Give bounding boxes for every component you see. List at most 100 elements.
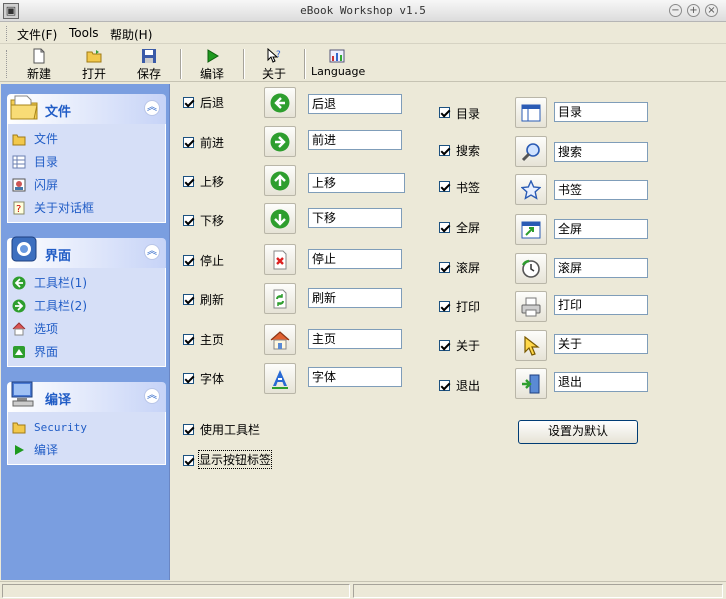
menu-file[interactable]: 文件(F) xyxy=(17,26,57,43)
icon-button-fullscreen[interactable] xyxy=(515,214,547,245)
icon-button-up[interactable] xyxy=(264,165,296,196)
icon-button-bookmark[interactable] xyxy=(515,174,547,205)
maximize-button[interactable]: + xyxy=(687,4,700,17)
checkbox-forward[interactable] xyxy=(183,137,194,148)
checkbox-print[interactable] xyxy=(439,301,450,312)
checkbox-about[interactable] xyxy=(439,340,450,351)
text-field-refresh[interactable]: 刷新 xyxy=(308,288,402,308)
label-down: 下移 xyxy=(200,214,225,228)
menu-help[interactable]: 帮助(H) xyxy=(110,26,152,43)
text-field-down[interactable]: 下移 xyxy=(308,208,402,228)
play-icon xyxy=(207,49,219,63)
text-field-up[interactable]: 上移 xyxy=(308,173,405,193)
panel-ui-header[interactable]: 界面 ︽ xyxy=(7,236,166,268)
checkbox-back[interactable] xyxy=(183,97,194,108)
sidebar-item-about-dialog[interactable]: ? 关于对话框 xyxy=(8,197,165,220)
text-field-print[interactable]: 打印 xyxy=(554,295,648,315)
icon-button-search[interactable] xyxy=(515,136,547,167)
icon-button-stop[interactable] xyxy=(264,244,296,275)
checkbox-fullscreen[interactable] xyxy=(439,222,450,233)
sidebar-item-splash[interactable]: 闪屏 xyxy=(8,174,165,197)
icon-button-back[interactable] xyxy=(264,87,296,118)
new-file-icon xyxy=(33,48,45,64)
sidebar-item-label: 选项 xyxy=(34,322,59,336)
text-field-forward[interactable]: 前进 xyxy=(308,130,402,150)
text-field-search[interactable]: 搜索 xyxy=(554,142,648,162)
icon-button-print[interactable] xyxy=(515,291,547,322)
checkbox-up[interactable] xyxy=(183,176,194,187)
panel-file-header[interactable]: 文件 ︽ xyxy=(7,94,166,124)
play-icon xyxy=(15,445,24,455)
save-button[interactable]: 保存 xyxy=(134,47,164,81)
text-field-home[interactable]: 主页 xyxy=(308,329,402,349)
icon-button-home[interactable] xyxy=(264,324,296,355)
icon-button-scroll[interactable] xyxy=(515,253,547,284)
checkbox-font[interactable] xyxy=(183,373,194,384)
sidebar-item-label: 闪屏 xyxy=(34,178,59,192)
icon-button-down[interactable] xyxy=(264,203,296,234)
icon-button-forward[interactable] xyxy=(264,126,296,157)
collapse-icon[interactable]: ︽ xyxy=(144,388,160,404)
sidebar-item-compile[interactable]: 编译 xyxy=(8,439,165,462)
text-field-font[interactable]: 字体 xyxy=(308,367,402,387)
sidebar-item-label: 界面 xyxy=(34,345,59,359)
checkbox-stop[interactable] xyxy=(183,255,194,266)
sidebar-item-security[interactable]: Security xyxy=(8,416,165,439)
sidebar-item-toolbar1[interactable]: 工具栏(1) xyxy=(8,272,165,295)
open-button[interactable]: 打开 xyxy=(79,47,109,81)
text-field-toc[interactable]: 目录 xyxy=(554,102,648,122)
toolbar-grip[interactable] xyxy=(6,50,9,78)
text-field-scroll[interactable]: 滚屏 xyxy=(554,258,648,278)
checkbox-exit[interactable] xyxy=(439,380,450,391)
menu-tools[interactable]: Tools xyxy=(69,26,99,40)
panel-ui: 界面 ︽ 工具栏(1) 工具栏(2) 选项 界面 xyxy=(7,236,166,367)
checkbox-refresh[interactable] xyxy=(183,294,194,305)
text-field-bookmark[interactable]: 书签 xyxy=(554,180,648,200)
language-button[interactable]: Language xyxy=(311,47,365,81)
checkbox-bookmark[interactable] xyxy=(439,181,450,192)
icon-button-toc[interactable] xyxy=(515,97,547,128)
text-field-about[interactable]: 关于 xyxy=(554,334,648,354)
icon-button-font[interactable] xyxy=(264,363,296,394)
compile-button[interactable]: 编译 xyxy=(197,47,227,81)
menu-grip[interactable] xyxy=(6,26,9,41)
checkbox-toc[interactable] xyxy=(439,107,450,118)
sidebar-item-label: 工具栏(2) xyxy=(34,299,87,313)
sidebar-item-interface[interactable]: 界面 xyxy=(8,341,165,364)
sidebar-item-options[interactable]: 选项 xyxy=(8,318,165,341)
checkbox-scroll[interactable] xyxy=(439,262,450,273)
toolbar-separator xyxy=(304,49,306,79)
about-button[interactable]: ? 关于 xyxy=(259,47,289,81)
set-default-button[interactable]: 设置为默认 xyxy=(518,420,638,444)
menu-bar: 文件(F) Tools 帮助(H) xyxy=(0,23,726,44)
up-arrow-icon xyxy=(270,171,290,191)
checkbox-down[interactable] xyxy=(183,215,194,226)
sidebar-item-label: 工具栏(1) xyxy=(34,276,87,290)
sidebar-item-label: 文件 xyxy=(34,132,59,146)
text-field-fullscreen[interactable]: 全屏 xyxy=(554,219,648,239)
text-field-exit[interactable]: 退出 xyxy=(554,372,648,392)
sidebar-item-label: Security xyxy=(34,421,87,434)
text-field-back[interactable]: 后退 xyxy=(308,94,402,114)
label-show-labels: 显示按钮标签 xyxy=(197,450,273,469)
icon-button-about[interactable] xyxy=(515,330,547,361)
question-icon: ? xyxy=(13,201,25,215)
splash-image-icon xyxy=(12,178,26,192)
collapse-icon[interactable]: ︽ xyxy=(144,244,160,260)
checkbox-home[interactable] xyxy=(183,334,194,345)
sidebar-item-toolbar2[interactable]: 工具栏(2) xyxy=(8,295,165,318)
new-button[interactable]: 新建 xyxy=(24,47,54,81)
text-field-stop[interactable]: 停止 xyxy=(308,249,402,269)
minimize-button[interactable]: − xyxy=(669,4,682,17)
sidebar-item-toc[interactable]: 目录 xyxy=(8,151,165,174)
icon-button-exit[interactable] xyxy=(515,368,547,399)
checkbox-show-labels[interactable] xyxy=(183,455,194,466)
icon-button-refresh[interactable] xyxy=(264,283,296,314)
close-button[interactable]: × xyxy=(705,4,718,17)
checkbox-search[interactable] xyxy=(439,145,450,156)
sidebar-item-file[interactable]: 文件 xyxy=(8,128,165,151)
collapse-icon[interactable]: ︽ xyxy=(144,100,160,116)
checkbox-use-toolbar[interactable] xyxy=(183,424,194,435)
panel-file-title: 文件 xyxy=(45,105,72,120)
panel-compile-header[interactable]: 编译 ︽ xyxy=(7,381,166,412)
